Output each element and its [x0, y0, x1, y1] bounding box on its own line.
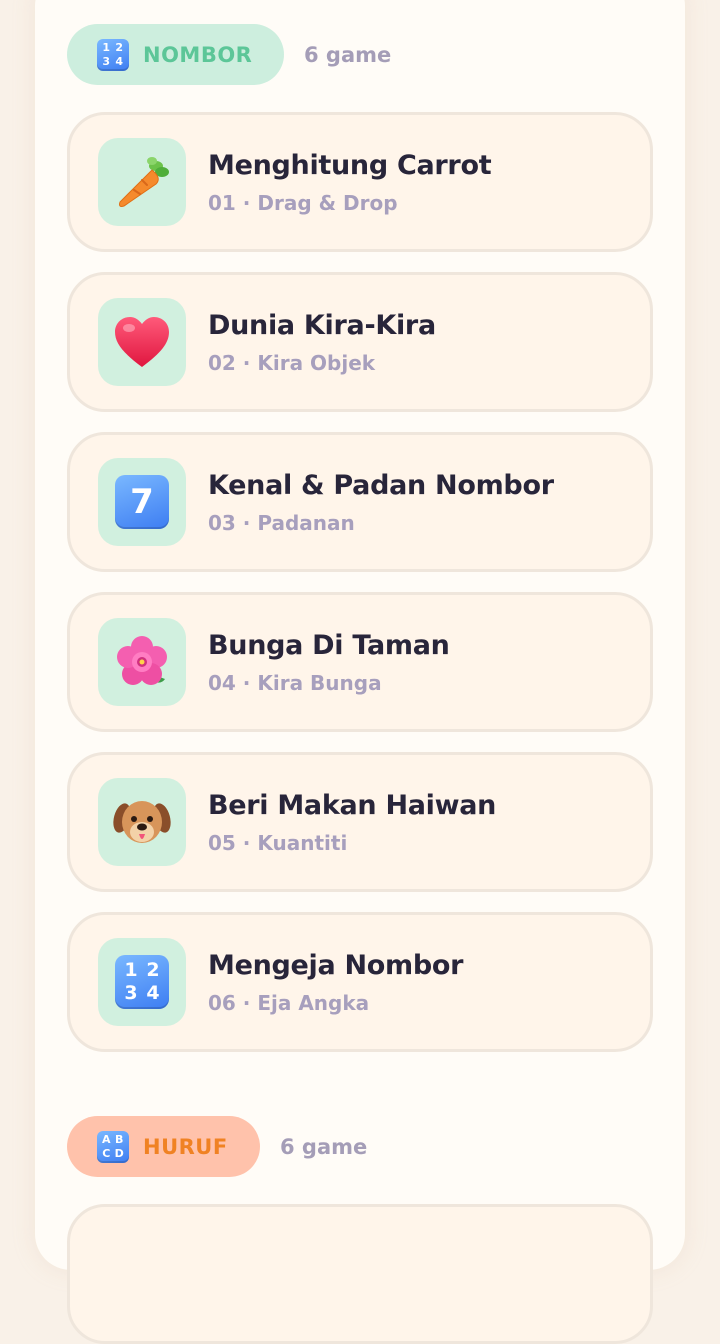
game-subtitle: 01 · Drag & Drop — [208, 190, 398, 215]
game-card[interactable]: Dunia Kira-Kira 02 · Kira Objek — [67, 272, 653, 412]
hibiscus-icon — [117, 636, 167, 685]
game-list-panel: 12 34 NOMBOR 6 game Menghitung Carrot 01… — [35, 0, 685, 1344]
game-subtitle: 02 · Kira Objek — [208, 350, 376, 375]
game-icon-tile — [98, 298, 186, 386]
game-card[interactable]: Menghitung Carrot 01 · Drag & Drop — [67, 112, 653, 252]
game-card[interactable]: 12 34 Mengeja Nombor 06 · Eja Angka — [67, 912, 653, 1052]
category-pill-huruf[interactable]: AB CD HURUF — [67, 1116, 260, 1177]
game-subtitle: 03 · Padanan — [208, 510, 355, 535]
game-icon-tile: 7 — [98, 458, 186, 546]
game-subtitle: 06 · Eja Angka — [208, 990, 370, 1015]
game-title: Dunia Kira-Kira — [208, 309, 436, 341]
game-subtitle: 05 · Kuantiti — [208, 830, 348, 855]
game-icon-tile: 12 34 — [98, 938, 186, 1026]
game-subtitle: 04 · Kira Bunga — [208, 670, 382, 695]
game-card[interactable] — [67, 1204, 653, 1344]
game-title: Mengeja Nombor — [208, 949, 464, 981]
numbers-keycap-icon: 12 34 — [115, 955, 169, 1009]
numbers-keycap-icon: 12 34 — [97, 38, 129, 71]
heart-icon — [115, 317, 169, 367]
game-icon-tile — [98, 778, 186, 866]
section-header-nombor: 12 34 NOMBOR 6 game — [67, 24, 391, 85]
game-title: Menghitung Carrot — [208, 149, 492, 181]
category-label: HURUF — [143, 1134, 228, 1159]
game-count: 6 game — [280, 1134, 368, 1159]
game-count: 6 game — [304, 42, 392, 67]
category-pill-nombor[interactable]: 12 34 NOMBOR — [67, 24, 284, 85]
game-card[interactable]: Bunga Di Taman 04 · Kira Bunga — [67, 592, 653, 732]
abcd-keycap-icon: AB CD — [97, 1130, 129, 1163]
category-label: NOMBOR — [143, 42, 253, 67]
game-title: Beri Makan Haiwan — [208, 789, 497, 821]
game-card[interactable]: 7 Kenal & Padan Nombor 03 · Padanan — [67, 432, 653, 572]
game-icon-tile — [98, 138, 186, 226]
game-title: Bunga Di Taman — [208, 629, 450, 661]
section-header-huruf: AB CD HURUF 6 game — [67, 1116, 367, 1177]
carrot-icon — [119, 157, 169, 207]
game-card[interactable]: Beri Makan Haiwan 05 · Kuantiti — [67, 752, 653, 892]
dog-face-icon — [113, 801, 171, 843]
game-title: Kenal & Padan Nombor — [208, 469, 554, 501]
game-icon-tile — [98, 618, 186, 706]
keycap-seven-icon: 7 — [115, 475, 169, 529]
